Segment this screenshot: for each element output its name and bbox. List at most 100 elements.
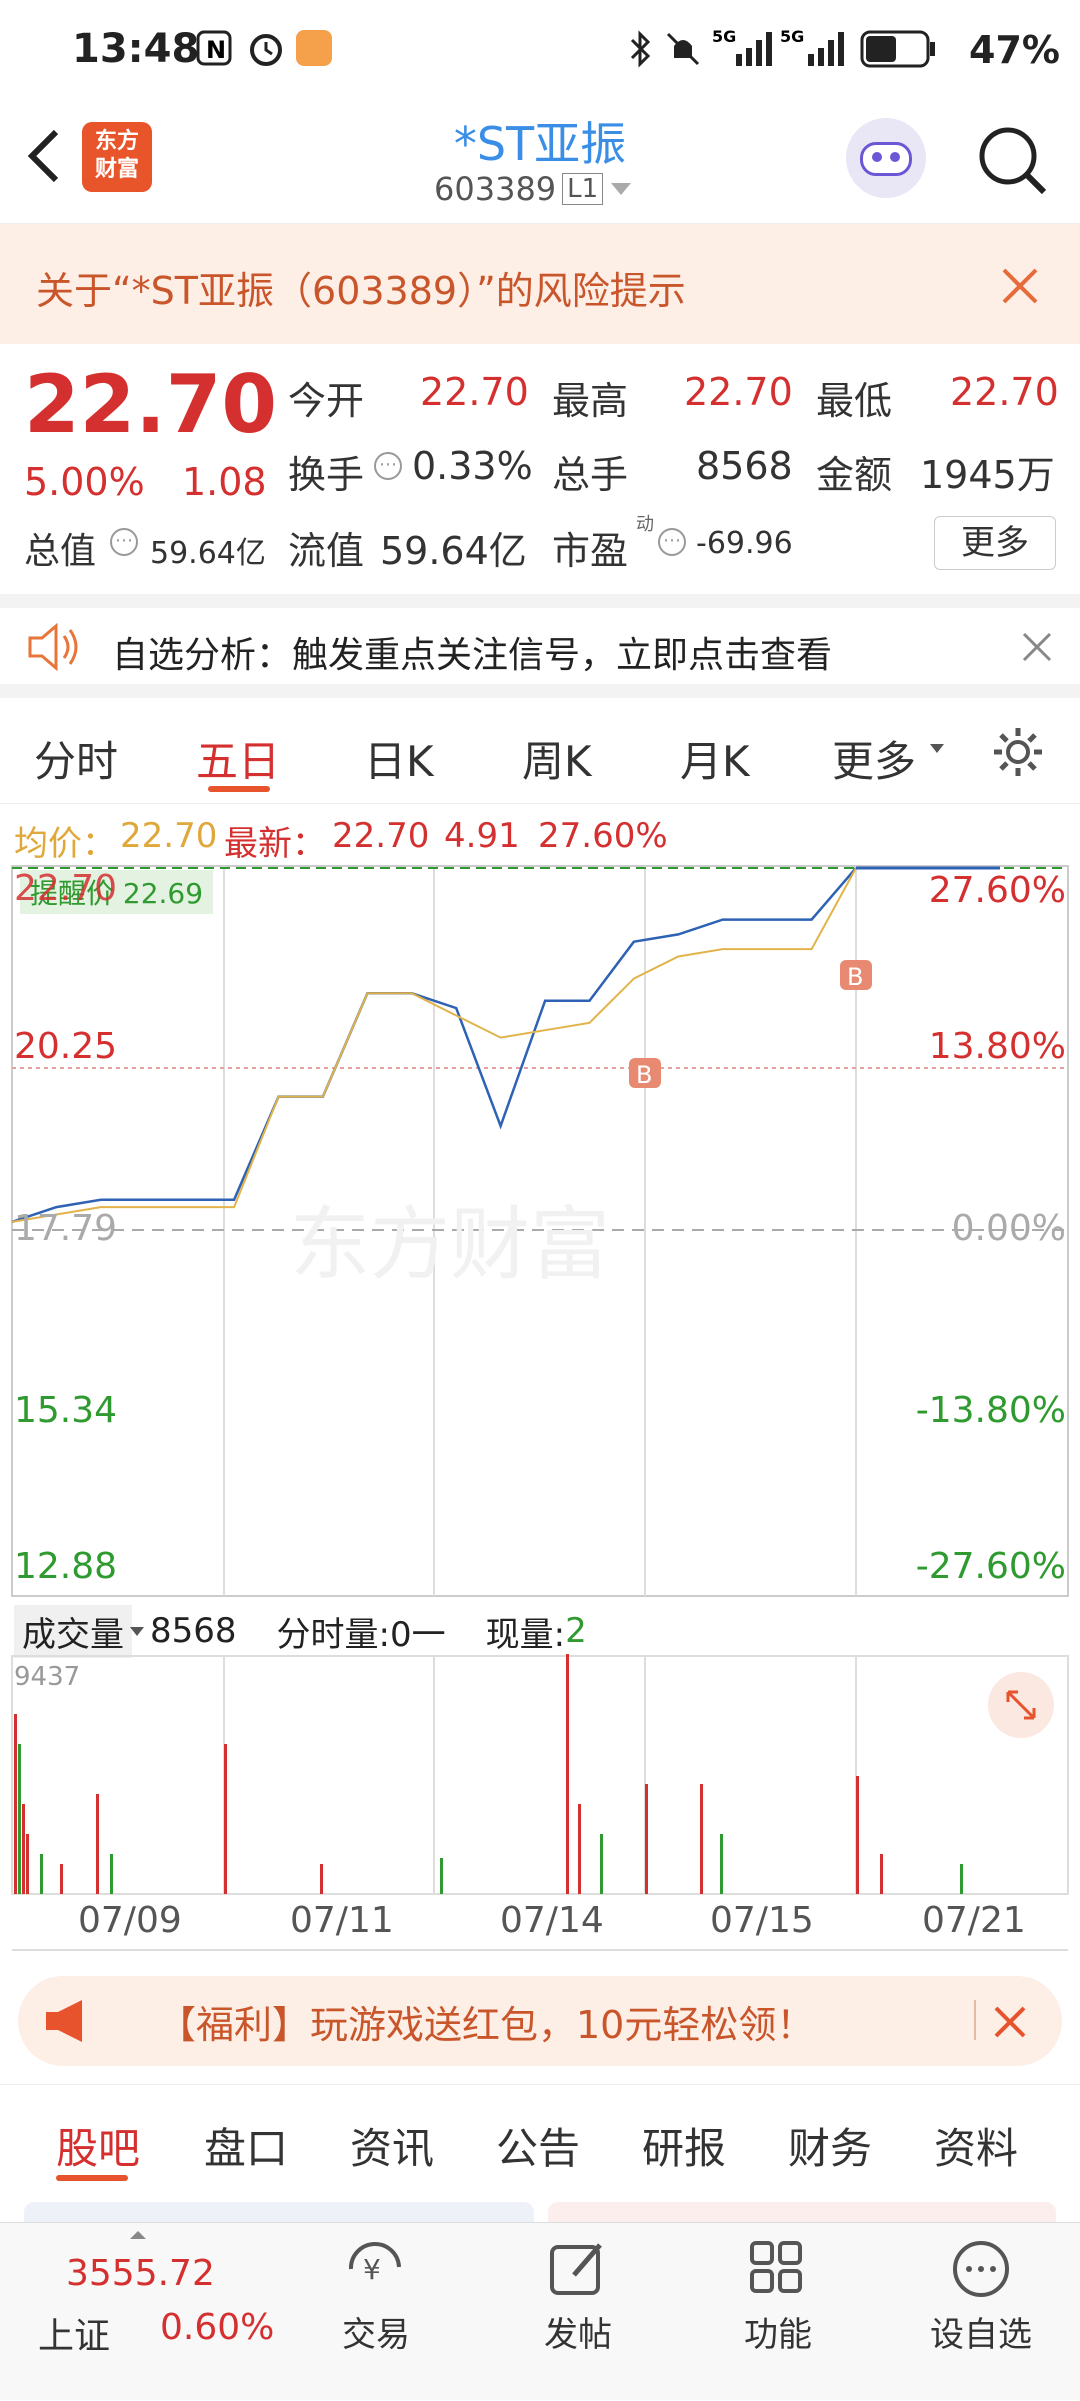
megaphone-icon [46,2000,82,2042]
volume-bar [856,1776,859,1894]
tab-weekly-k[interactable]: 周K [522,728,592,789]
svg-text:5G: 5G [712,27,736,46]
tab-research[interactable]: 研报 [642,2115,726,2176]
promo-banner[interactable]: 【福利】玩游戏送红包，10元轻松领！ [18,1976,1062,2066]
nav-bar: 东方 财富 *ST亚振 603389 L1 [0,100,1080,224]
x-label-1: 07/11 [290,1900,394,1941]
post-button[interactable]: 发帖 [528,2237,628,2356]
turnover-value: 0.33% [412,444,533,488]
y-left-tick-4: 12.88 [14,1546,118,1587]
back-arrow-icon[interactable] [24,126,64,186]
tab-news[interactable]: 资讯 [350,2115,434,2176]
volume-bar [960,1864,963,1894]
more-dots-icon [953,2241,1009,2297]
function-button[interactable]: 功能 [728,2237,828,2356]
y-left-tick-2: 17.79 [14,1208,118,1249]
index-pct: 0.60% [160,2307,275,2348]
info-icon[interactable]: ⋯ [110,528,138,556]
change-value: 1.08 [182,460,267,504]
n-icon: N [196,30,232,66]
turnover-info-icon[interactable]: ⋯ [374,452,402,480]
volume-chart[interactable]: 9437 07/09 07/11 07/14 07/15 07/21 [0,1600,1080,1960]
tab-finance[interactable]: 财务 [788,2115,872,2176]
volume-bar [880,1854,883,1894]
active-tab-indicator [56,2175,128,2181]
volume-bar [720,1834,723,1894]
volume-bar [440,1858,443,1894]
speaker-icon [28,622,78,672]
close-icon[interactable] [1000,266,1040,306]
level-badge[interactable]: L1 [562,173,604,205]
y-right-tick-4: -27.60% [915,1546,1066,1587]
volume-bar [700,1784,703,1894]
y-left-tick-1: 20.25 [14,1026,118,1067]
stock-name[interactable]: *ST亚振 [340,108,740,174]
risk-banner-text[interactable]: 关于“*ST亚振（603389）”的风险提示 [36,260,686,315]
x-label-2: 07/14 [500,1900,604,1941]
latest-pct: 27.60% [538,816,668,856]
volume-bar [566,1654,569,1894]
volume-bar [60,1864,63,1894]
tab-five-day[interactable]: 五日 [196,728,280,789]
analysis-alert[interactable]: 自选分析：触发重点关注信号，立即点击查看 [0,594,1080,698]
chevron-up-icon[interactable] [130,2231,146,2239]
add-watchlist-button[interactable]: 设自选 [916,2237,1046,2356]
app-logo[interactable]: 东方 财富 [82,122,152,192]
risk-banner[interactable]: 关于“*ST亚振（603389）”的风险提示 [0,224,1080,344]
pe-sup: 动 [636,514,654,535]
trade-button[interactable]: ¥ 交易 [326,2237,426,2356]
close-icon[interactable] [1020,630,1054,664]
dropdown-icon[interactable] [611,183,632,195]
tab-guba[interactable]: 股吧 [56,2115,140,2176]
buy-marker-label: B [847,963,863,991]
price-chart-svg[interactable]: 东方财富 BB [0,862,1080,1602]
search-icon[interactable] [974,122,1050,198]
y-left-tick-0: 22.70 [14,868,118,909]
tab-daily-k[interactable]: 日K [364,728,434,789]
x-label-3: 07/15 [710,1900,814,1941]
pe-value: -69.96 [696,526,793,561]
svg-text:N: N [206,36,226,64]
x-label-4: 07/21 [922,1900,1026,1941]
edit-icon [550,2243,602,2295]
gear-icon[interactable] [990,724,1046,780]
pe-info-icon[interactable]: ⋯ [658,528,686,556]
quote-panel: 22.70 5.00% 1.08 总值 ⋯ 59.64亿 今开 22.70 最高… [0,344,1080,594]
content-tabs: 股吧 盘口 资讯 公告 研报 财务 资料 [0,2084,1080,2184]
price-series-group: BB [11,866,1000,1224]
low-label: 最低 [816,379,893,423]
alarm-icon [250,34,282,66]
mktcap-label: 总值 [24,531,97,572]
tab-profile[interactable]: 资料 [934,2115,1018,2176]
signal-5g-icon-2: 5G [780,27,844,66]
promo-text[interactable]: 【福利】玩游戏送红包，10元轻松领！ [158,1994,814,2049]
chart-tabs: 分时 五日 日K 周K 月K 更多 [0,698,1080,804]
mktcap-value: 59.64亿 [150,536,266,571]
active-tab-indicator [208,786,270,792]
chevron-down-icon[interactable] [930,744,944,753]
last-price: 22.70 [24,358,278,451]
index-ticker[interactable]: 3555.72 上证 0.60% [0,2223,274,2401]
volume-bar [40,1854,43,1894]
tab-announcement[interactable]: 公告 [496,2115,580,2176]
card-peek-right [548,2202,1056,2222]
volume-value: 8568 [696,444,793,488]
price-summary-line: 均价： 22.70 最新： 22.70 4.91 27.60% [0,806,1080,864]
alert-text[interactable]: 自选分析：触发重点关注信号，立即点击查看 [112,626,832,678]
tab-intraday[interactable]: 分时 [34,728,118,789]
tab-monthly-k[interactable]: 月K [680,728,750,789]
volume-bar [224,1744,227,1894]
latest-change: 4.91 [444,816,520,856]
status-time: 13:48 [72,26,200,72]
more-button[interactable]: 更多 [934,516,1056,570]
tab-more[interactable]: 更多 [832,728,916,789]
index-value: 3555.72 [66,2253,215,2294]
volume-label: 总手 [552,453,629,497]
expand-icon[interactable] [986,1670,1056,1740]
robot-assistant-icon[interactable] [846,118,926,198]
close-icon[interactable] [990,2002,1030,2042]
volume-bar [22,1804,25,1894]
tab-pankou[interactable]: 盘口 [204,2115,288,2176]
float-value: 59.64亿 [380,529,527,573]
app-notify-icon [296,30,332,66]
